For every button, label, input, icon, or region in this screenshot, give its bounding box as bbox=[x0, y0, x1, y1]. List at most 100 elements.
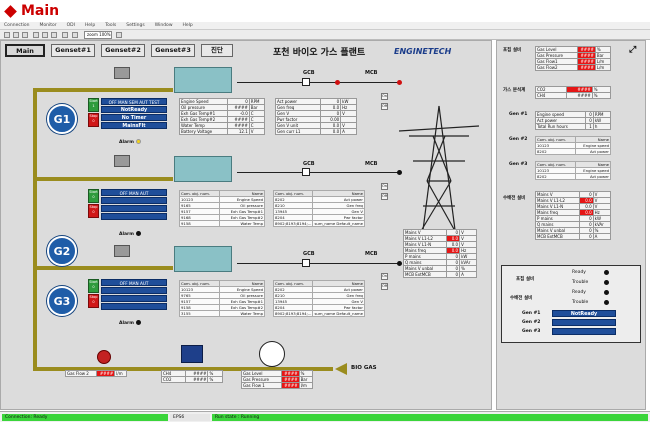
g3-mode-selector[interactable]: OFF MAN AUT bbox=[101, 279, 167, 286]
gen2-section-title: Gen #2 bbox=[509, 137, 528, 142]
mcb-off-button[interactable]: Off bbox=[381, 193, 388, 200]
gcb-breaker-icon[interactable] bbox=[302, 78, 310, 86]
menu-item[interactable]: Settings bbox=[126, 22, 144, 29]
g1-status: No Timer bbox=[101, 114, 167, 121]
gas-holder-icon bbox=[259, 341, 285, 367]
gas-pipe-g2 bbox=[33, 177, 173, 181]
expand-icon[interactable]: ⤢ bbox=[629, 45, 636, 55]
connection-status: Connection: Ready bbox=[2, 414, 168, 421]
g3-icon[interactable]: G3 bbox=[47, 286, 77, 316]
g1-power-table: Act power 0 kW Gen freq 0.0 Hz Gen V0V Pwr f… bbox=[275, 98, 357, 135]
g2-start-button[interactable]: Start 0 bbox=[88, 189, 99, 203]
connect-icon[interactable] bbox=[72, 32, 78, 38]
mcb-on-button[interactable]: On bbox=[381, 93, 388, 100]
alarm-lamp-icon bbox=[135, 139, 141, 144]
status-lamp-icon bbox=[604, 300, 609, 305]
tab-genset3[interactable]: Genset#3 bbox=[151, 44, 195, 57]
g3-engine-table: Com. obj. num. Name 10123 Engine Speed 976… bbox=[178, 280, 265, 317]
mains-section-title: 수배전 설비 bbox=[503, 196, 526, 201]
gen-status-value bbox=[552, 328, 616, 335]
help-icon[interactable] bbox=[116, 32, 122, 38]
bio-gas-arrow-icon bbox=[335, 363, 347, 375]
tab-main[interactable]: Main bbox=[5, 44, 45, 57]
g2-status bbox=[101, 205, 167, 212]
run-state-status: Run state : Running bbox=[212, 414, 648, 421]
main-panel: Main Genset#1 Genset#2 Genset#3 진단 포천 바이… bbox=[0, 40, 492, 410]
menu-item[interactable]: ODI bbox=[67, 22, 75, 29]
menu-item[interactable]: Window bbox=[155, 22, 173, 29]
mcb-label: MCB bbox=[365, 161, 378, 167]
right-mains-table: Mains V0V Mains V L1-L2 0.0 V Mains V L1-N… bbox=[534, 191, 612, 240]
gcb-breaker-icon[interactable] bbox=[302, 168, 310, 176]
tab-diagnosis[interactable]: 진단 bbox=[201, 44, 233, 57]
print-icon[interactable] bbox=[62, 32, 68, 38]
valve-icon[interactable] bbox=[114, 245, 130, 257]
zoom-select[interactable]: zoom 100% bbox=[84, 31, 112, 39]
mcb-on-button[interactable]: On bbox=[381, 273, 388, 280]
gas-pipe-vertical bbox=[33, 88, 37, 370]
g1-start-button[interactable]: Start 1 bbox=[88, 98, 99, 112]
cut-icon[interactable] bbox=[33, 32, 39, 38]
alarm-lamp-icon bbox=[135, 320, 141, 325]
g2-power-table: Com. obj. num. Name 8202 Act power 8210 Gen… bbox=[272, 190, 365, 227]
enginetech-logo: ENGINETECH bbox=[394, 47, 452, 56]
gas-flow2-field: Gas Flow 2 #### l/m bbox=[64, 370, 127, 377]
mcb-label: MCB bbox=[365, 70, 378, 76]
mcb-off-button[interactable]: Off bbox=[381, 283, 388, 290]
g3-stop-button[interactable]: Stop 0 bbox=[88, 294, 99, 308]
status-box: 포집 설비 수배전 설비 Ready Trouble Ready Trouble… bbox=[501, 265, 641, 343]
valve-icon[interactable] bbox=[114, 155, 130, 167]
g1-status: NotReady bbox=[101, 106, 167, 113]
menu-item[interactable]: Connection bbox=[4, 22, 29, 29]
menu-item[interactable]: Help bbox=[183, 22, 193, 29]
gen3-section-title: Gen #3 bbox=[509, 162, 528, 167]
menu-item[interactable]: Monitor bbox=[39, 22, 56, 29]
g1-status: MainsFlt bbox=[101, 122, 167, 129]
page-title: Main bbox=[21, 3, 60, 19]
menu-bar: Connection Monitor ODI Help Tools Settin… bbox=[0, 22, 650, 30]
menu-item[interactable]: Help bbox=[85, 22, 95, 29]
gcb-label: GCB bbox=[303, 70, 315, 76]
mains-status-label: 수배전 설비 bbox=[510, 296, 533, 301]
bus-line bbox=[237, 172, 401, 173]
mcb-on-button[interactable]: On bbox=[381, 183, 388, 190]
engine-image bbox=[174, 156, 232, 182]
g1-alarm: Alarm bbox=[119, 139, 141, 145]
status-bar: Connection: Ready EPS6 Run state : Runni… bbox=[0, 411, 650, 422]
g2-mode-selector[interactable]: OFF MAN AUT bbox=[101, 189, 167, 196]
copy-icon[interactable] bbox=[42, 32, 48, 38]
g2-icon[interactable]: G2 bbox=[47, 236, 77, 266]
fuel-table: Gas Level ####% Gas Pressure #### Bar Gas F… bbox=[535, 46, 612, 71]
valve-icon[interactable] bbox=[114, 67, 130, 79]
mcb-state-lamp-icon bbox=[397, 80, 402, 85]
g3-start-button[interactable]: Start 0 bbox=[88, 279, 99, 293]
save-icon[interactable] bbox=[22, 32, 28, 38]
menu-item[interactable]: Tools bbox=[105, 22, 116, 29]
g1-stop-button[interactable]: Stop 0 bbox=[88, 113, 99, 127]
mcb-off-button[interactable]: Off bbox=[381, 103, 388, 110]
g1-mode-selector[interactable]: OFF MAN SEM AUT TEST bbox=[101, 98, 167, 105]
gen2-table: Com. obj. num. Name 10123 Engine speed 820… bbox=[535, 136, 612, 155]
g3-status bbox=[101, 303, 167, 310]
status-lamp-icon bbox=[604, 280, 609, 285]
gen-status-value: NotReady bbox=[552, 310, 616, 317]
new-icon[interactable] bbox=[4, 32, 10, 38]
gcb-label: GCB bbox=[303, 161, 315, 167]
open-icon[interactable] bbox=[13, 32, 19, 38]
status-text: Ready bbox=[572, 290, 586, 295]
mcb-label: MCB bbox=[365, 251, 378, 257]
summary-panel: ⤢ 포집 설비 Gas Level ####% Gas Pressure #### B… bbox=[496, 40, 646, 410]
gen1-table: Engine speed 0 RPM Act power 0 kW Total Run … bbox=[535, 111, 612, 130]
gen-status-label: Gen #1 bbox=[522, 311, 541, 316]
g1-icon[interactable]: G1 bbox=[47, 104, 77, 134]
paste-icon[interactable] bbox=[51, 32, 57, 38]
tab-genset2[interactable]: Genset#2 bbox=[101, 44, 145, 57]
gas-holder-table: Gas Level ####% Gas Pressure #### Bar Gas F… bbox=[241, 370, 314, 389]
bio-gas-label: BIO GAS bbox=[351, 365, 377, 371]
gen-status-label: Gen #2 bbox=[522, 320, 541, 325]
tab-genset1[interactable]: Genset#1 bbox=[51, 44, 95, 57]
bus-line bbox=[237, 82, 401, 83]
gcb-breaker-icon[interactable] bbox=[302, 259, 310, 267]
g1-engine-table: Engine Speed 0 RPM Oil pressure #### Bar Exh… bbox=[178, 98, 266, 135]
g2-stop-button[interactable]: Stop 0 bbox=[88, 204, 99, 218]
